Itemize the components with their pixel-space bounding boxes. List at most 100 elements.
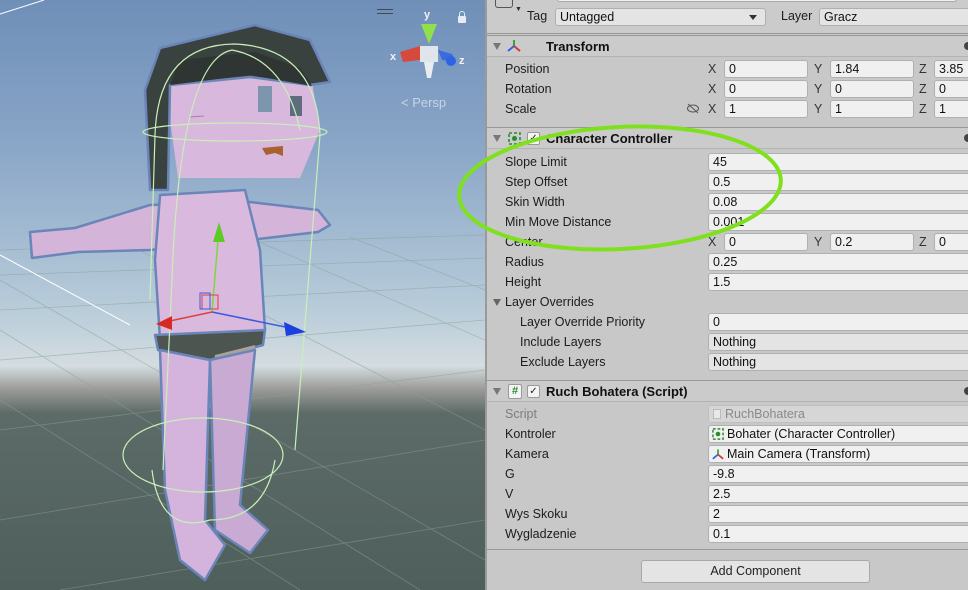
foldout-arrow-icon[interactable] [493,388,501,395]
scene-render[interactable] [0,0,485,590]
foldout-arrow-icon[interactable] [493,43,501,50]
component-menu-icon[interactable] [964,387,968,395]
character-controller-header[interactable]: ✓ Character Controller [487,127,968,149]
wygladzenie-label: Wygladzenie [505,527,577,541]
radius-field[interactable]: 0.25 [708,253,968,271]
scale-label: Scale [505,102,537,116]
exclude-layers-dropdown[interactable]: Nothing [708,353,968,371]
axis-z-label: Z [919,82,927,96]
g-label: G [505,467,515,481]
g-field[interactable]: -9.8 [708,465,968,483]
radius-label: Radius [505,255,544,269]
tag-label: Tag [527,9,548,23]
transform-title: Transform [546,39,610,54]
layer-overrides-label[interactable]: Layer Overrides [505,295,594,309]
include-layers-dropdown[interactable]: Nothing [708,333,968,351]
min-move-distance-field[interactable]: 0.001 [708,213,968,231]
step-offset-label: Step Offset [505,175,568,189]
v-field[interactable]: 2.5 [708,485,968,503]
gizmo-y-label: y [424,9,431,21]
step-offset-field[interactable]: 0.5 [708,173,968,191]
rotation-x-field[interactable]: 0 [724,80,808,98]
kontroler-value: Bohater (Character Controller) [727,427,896,441]
z-axis-handle[interactable] [284,322,306,336]
gizmo-x-cone[interactable] [400,46,420,62]
layer-dropdown[interactable]: Gracz [819,8,968,26]
foldout-arrow-icon[interactable] [493,135,501,142]
component-menu-icon[interactable] [964,134,968,142]
tag-dropdown[interactable]: Untagged [555,8,766,26]
character-controller-icon [508,132,521,145]
lock-icon[interactable] [458,11,466,23]
component-menu-icon[interactable] [964,42,968,50]
script-label: Script [505,407,537,421]
ruch-bohatera-header[interactable]: # ✓ Ruch Bohatera (Script) [487,380,968,402]
chevron-down-icon [749,15,757,20]
center-y-field[interactable]: 0.2 [830,233,914,251]
axis-y-label: Y [814,62,823,76]
axis-x-label: X [708,62,717,76]
kamera-label: Kamera [505,447,549,461]
wys-skoku-field[interactable]: 2 [708,505,968,523]
gizmo-z-label: z [459,55,465,67]
exclude-layers-label: Exclude Layers [520,355,606,369]
axis-z-label: Z [919,235,927,249]
wygladzenie-field[interactable]: 0.1 [708,525,968,543]
camera-frustum-line [0,254,131,326]
kontroler-label: Kontroler [505,427,556,441]
scene-view[interactable]: y x z < Persp [0,0,485,590]
v-label: V [505,487,514,501]
character-controller-title: Character Controller [546,131,673,146]
scene-menu-icon[interactable] [377,9,393,14]
scale-z-field[interactable]: 1 [934,100,968,118]
scale-x-field[interactable]: 1 [724,100,808,118]
gizmo-x-label: x [390,51,397,63]
slope-limit-field[interactable]: 45 [708,153,968,171]
gizmo-neg-y-cone[interactable] [424,62,434,78]
gizmo-center-cube[interactable] [420,46,438,62]
center-x-field[interactable]: 0 [724,233,808,251]
script-asset-icon [713,409,721,419]
inspector-panel: ▼ Tag Untagged Layer Gracz Transform Pos… [487,0,968,590]
kamera-value: Main Camera (Transform) [727,447,871,461]
kontroler-field[interactable]: Bohater (Character Controller) [708,425,968,443]
position-y-field[interactable]: 1.84 [830,60,914,78]
constrain-proportions-icon[interactable] [686,103,700,114]
gameobject-header: ▼ Tag Untagged Layer Gracz [487,0,968,34]
rotation-y-field[interactable]: 0 [830,80,914,98]
skin-width-label: Skin Width [505,195,565,209]
kamera-field[interactable]: Main Camera (Transform) [708,445,968,463]
script-field: RuchBohatera [708,405,968,423]
axis-x-label: X [708,82,717,96]
character-controller-icon [712,428,724,440]
script-enabled-checkbox[interactable]: ✓ [527,385,540,398]
axis-z-label: Z [919,62,927,76]
orientation-gizmo[interactable] [400,24,456,78]
gameobject-icon [495,0,513,8]
add-component-button[interactable]: Add Component [641,560,870,583]
icon-dropdown-caret[interactable]: ▼ [515,6,522,13]
position-x-field[interactable]: 0 [724,60,808,78]
transform-header[interactable]: Transform [487,35,968,57]
skin-width-field[interactable]: 0.08 [708,193,968,211]
slope-limit-label: Slope Limit [505,155,567,169]
wys-skoku-label: Wys Skoku [505,507,568,521]
height-label: Height [505,275,542,289]
divider [487,549,968,550]
character-model[interactable] [28,23,332,582]
rotation-z-field[interactable]: 0 [934,80,968,98]
gizmo-y-cone[interactable] [421,24,437,44]
layer-override-priority-label: Layer Override Priority [520,315,646,329]
position-z-field[interactable]: 3.85 [934,60,968,78]
layer-override-priority-field[interactable]: 0 [708,313,968,331]
height-field[interactable]: 1.5 [708,273,968,291]
scale-y-field[interactable]: 1 [830,100,914,118]
character-controller-enabled-checkbox[interactable]: ✓ [527,132,540,145]
center-label: Center [505,235,543,249]
axis-y-label: Y [814,235,823,249]
projection-toggle[interactable]: < Persp [401,95,446,110]
tag-value: Untagged [560,10,615,24]
layer-overrides-foldout-icon[interactable] [493,299,501,306]
object-name-field[interactable] [557,0,957,2]
center-z-field[interactable]: 0 [934,233,968,251]
